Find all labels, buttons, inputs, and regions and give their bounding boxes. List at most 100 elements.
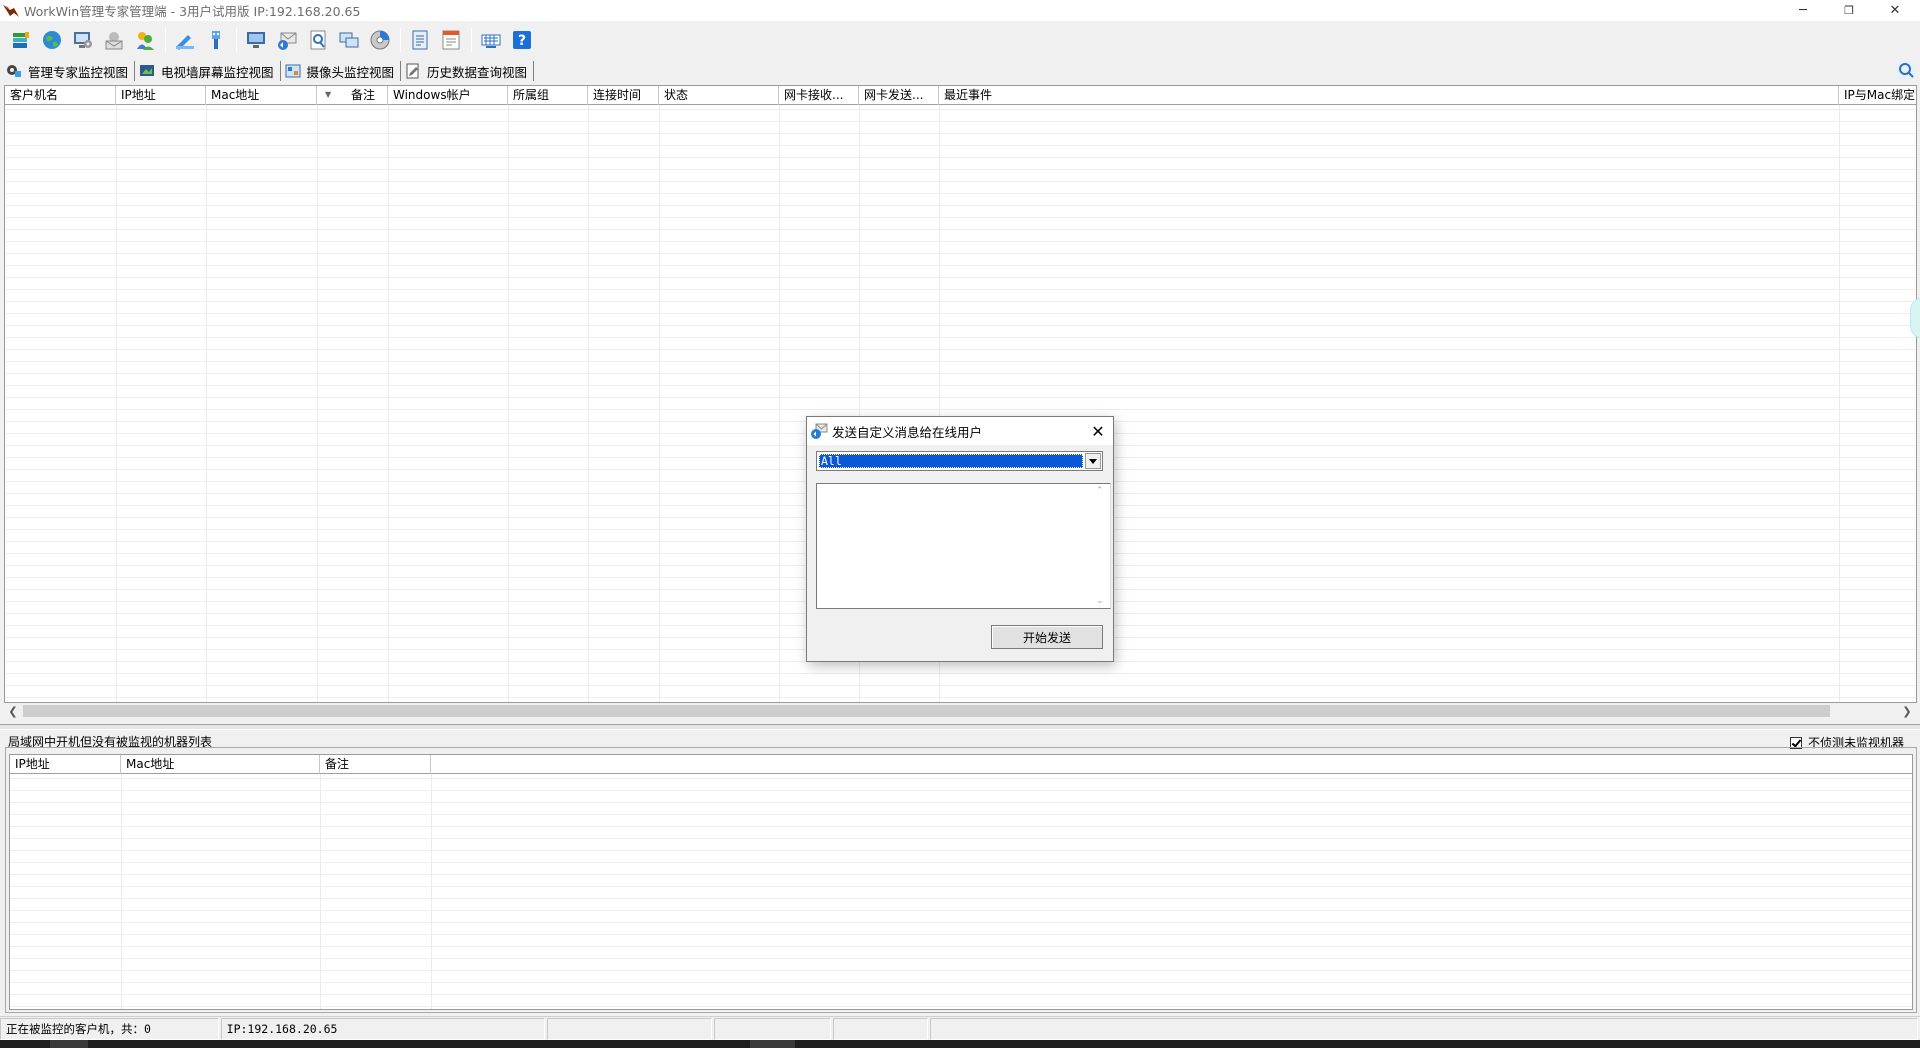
mail-send-icon[interactable] — [274, 27, 300, 53]
grid-line — [588, 105, 589, 702]
toolbar-separator — [400, 28, 401, 52]
recipient-select[interactable]: All — [816, 451, 1103, 471]
grid-line — [121, 774, 122, 1009]
column-header-sorted[interactable]: ▼ 备注 — [317, 86, 388, 105]
title-bar: WorkWin管理专家管理端 - 3用户试用版 IP:192.168.20.65… — [0, 0, 1920, 21]
send-message-icon — [811, 423, 828, 439]
close-button[interactable]: ✕ — [1872, 0, 1918, 21]
column-header[interactable]: 网卡发送... — [859, 86, 939, 105]
minimize-button[interactable]: ─ — [1780, 0, 1826, 21]
status-pane — [832, 1018, 928, 1040]
column-header[interactable]: Mac地址 — [206, 86, 317, 105]
grid-line — [508, 105, 509, 702]
users-icon[interactable] — [132, 27, 158, 53]
disk-icon[interactable] — [367, 27, 393, 53]
usb-icon[interactable] — [203, 27, 229, 53]
toolbar-separator — [471, 28, 472, 52]
mail-icon[interactable] — [101, 27, 127, 53]
column-header[interactable]: 连接时间 — [588, 86, 659, 105]
grid-line — [206, 105, 207, 702]
horizontal-scrollbar[interactable]: ❮ ❯ — [5, 703, 1915, 719]
status-pane — [929, 1018, 1918, 1040]
column-header[interactable]: 网卡接收... — [779, 86, 859, 105]
column-header[interactable]: 所属组 — [508, 86, 588, 105]
scroll-down-icon[interactable]: ⌄ — [1096, 596, 1104, 606]
green-books-icon[interactable] — [8, 27, 34, 53]
column-header-label: 备注 — [351, 88, 376, 102]
tab-label: 管理专家监控视图 — [28, 64, 129, 80]
keyboard-icon[interactable] — [478, 27, 504, 53]
windows-icon[interactable] — [336, 27, 362, 53]
recipient-selected-value: All — [819, 454, 1083, 468]
column-header[interactable]: 备注 — [320, 755, 431, 774]
grid-line — [317, 105, 318, 702]
column-header[interactable]: 最近事件 — [939, 86, 1839, 105]
dialog-title-bar: 发送自定义消息给在线用户 ✕ — [807, 417, 1113, 445]
search-icon[interactable] — [1896, 60, 1916, 80]
grid-line — [659, 105, 660, 702]
tab-expert-monitor-view[interactable]: 管理专家监控视图 — [6, 61, 136, 81]
doc-report-icon[interactable] — [438, 27, 464, 53]
chevron-down-icon[interactable] — [1085, 453, 1101, 469]
tab-label: 历史数据查询视图 — [427, 64, 528, 80]
column-header[interactable]: Windows帐户 — [388, 86, 508, 105]
monitor-view-icon — [7, 65, 21, 77]
grid-line — [388, 105, 389, 702]
edge-floating-handle[interactable] — [1910, 298, 1920, 338]
textarea-scrollbar[interactable]: ⌃ ⌄ — [1093, 484, 1110, 608]
main-window: WorkWin管理专家管理端 - 3用户试用版 IP:192.168.20.65… — [0, 0, 1920, 1048]
sort-desc-icon: ▼ — [325, 90, 332, 99]
column-header[interactable]: Mac地址 — [121, 755, 320, 774]
server-ip: IP:192.168.20.65 — [220, 1018, 546, 1040]
monitor-settings-icon[interactable] — [70, 27, 96, 53]
toolbar-separator — [165, 28, 166, 52]
os-taskbar — [0, 1040, 1920, 1048]
column-header[interactable]: 状态 — [659, 86, 779, 105]
eagle-app-icon — [3, 4, 19, 17]
tab-label: 电视墙屏幕监控视图 — [161, 64, 274, 80]
grid-line — [779, 105, 780, 702]
help-icon[interactable]: ? — [509, 27, 535, 53]
column-header[interactable]: IP与Mac绑定 — [1839, 86, 1916, 105]
column-header[interactable]: IP地址 — [10, 755, 121, 774]
screen-icon[interactable] — [243, 27, 269, 53]
pencil-edit-icon[interactable] — [172, 27, 198, 53]
scroll-right-icon[interactable]: ❯ — [1899, 703, 1915, 719]
panel-splitter[interactable] — [0, 724, 1920, 730]
restore-button[interactable]: ❐ — [1826, 0, 1872, 21]
doc-list-icon[interactable] — [407, 27, 433, 53]
status-pane — [547, 1018, 712, 1040]
dialog-title: 发送自定义消息给在线用户 — [832, 424, 983, 440]
grid-line — [116, 105, 117, 702]
svg-text:?: ? — [518, 33, 526, 49]
tab-camera-view[interactable]: 摄像头监控视图 — [285, 61, 402, 81]
taskbar-item[interactable] — [750, 1040, 795, 1048]
status-bar: 正在被监控的客户机，共：0 IP:192.168.20.65 — [0, 1016, 1920, 1040]
globe-icon[interactable] — [39, 27, 65, 53]
tab-label: 摄像头监控视图 — [306, 64, 395, 80]
monitored-count: 正在被监控的客户机，共：0 — [0, 1018, 219, 1040]
tab-tv-wall-view[interactable]: 电视墙屏幕监控视图 — [139, 61, 281, 81]
magnifier-doc-icon[interactable] — [305, 27, 331, 53]
column-header[interactable]: IP地址 — [116, 86, 206, 105]
dialog-close-button[interactable]: ✕ — [1087, 420, 1109, 442]
camera-icon — [285, 64, 301, 78]
column-header[interactable]: 客户机名 — [5, 86, 116, 105]
tv-wall-icon — [140, 65, 155, 76]
toolbar-separator — [236, 28, 237, 52]
unmonitored-grid[interactable]: IP地址 Mac地址 备注 — [9, 754, 1913, 1010]
grid-line — [431, 774, 432, 1009]
scrollbar-thumb[interactable] — [23, 705, 1830, 717]
start-send-button[interactable]: 开始发送 — [991, 625, 1103, 649]
taskbar-item[interactable] — [50, 1040, 88, 1048]
view-switcher: 管理专家监控视图 电视墙屏幕监控视图 摄像头监控视图 历史数据查询视图 — [0, 59, 1920, 83]
scroll-up-icon[interactable]: ⌃ — [1096, 486, 1104, 496]
scroll-left-icon[interactable]: ❮ — [5, 703, 21, 719]
status-pane — [713, 1018, 831, 1040]
window-title: WorkWin管理专家管理端 - 3用户试用版 IP:192.168.20.65 — [24, 4, 361, 19]
grid-line — [320, 774, 321, 1009]
send-message-dialog: 发送自定义消息给在线用户 ✕ All ⌃ ⌄ 开始发送 — [806, 416, 1114, 662]
message-textarea[interactable]: ⌃ ⌄ — [816, 483, 1111, 609]
tab-history-view[interactable]: 历史数据查询视图 — [405, 61, 535, 81]
client-grid-header: 客户机名 IP地址 Mac地址 ▼ 备注 Windows帐户 所属组 连接时间 … — [5, 86, 1916, 105]
